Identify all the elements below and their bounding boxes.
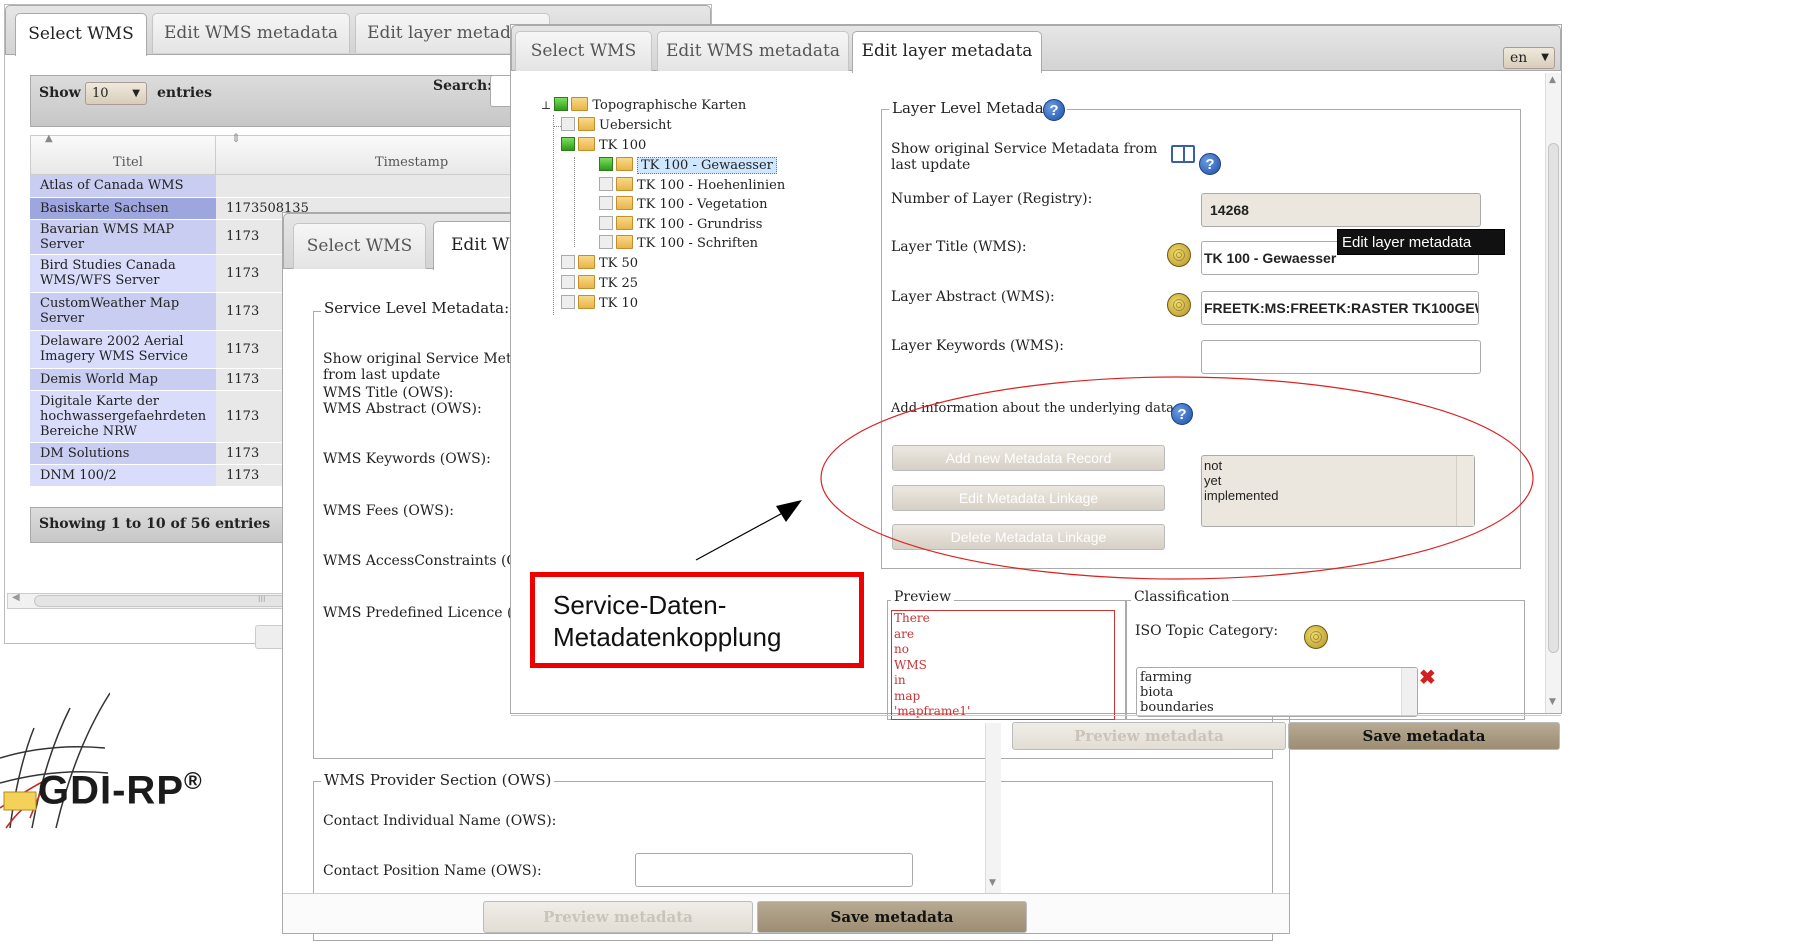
- highlight-ellipse: [820, 376, 1534, 580]
- callout-line-1: Service-Daten-: [553, 590, 727, 620]
- pointer-arrow-line: [695, 509, 789, 561]
- callout-box: Service-Daten- Metadatenkopplung: [530, 572, 864, 668]
- gdi-rp-logo-mark: [0, 692, 110, 829]
- pointer-arrow-head: [776, 500, 802, 522]
- annotation-overlay: [695, 376, 1534, 580]
- callout-line-2: Metadatenkopplung: [553, 622, 782, 652]
- gdi-rp-logo-text: GDI-RP®: [38, 768, 203, 813]
